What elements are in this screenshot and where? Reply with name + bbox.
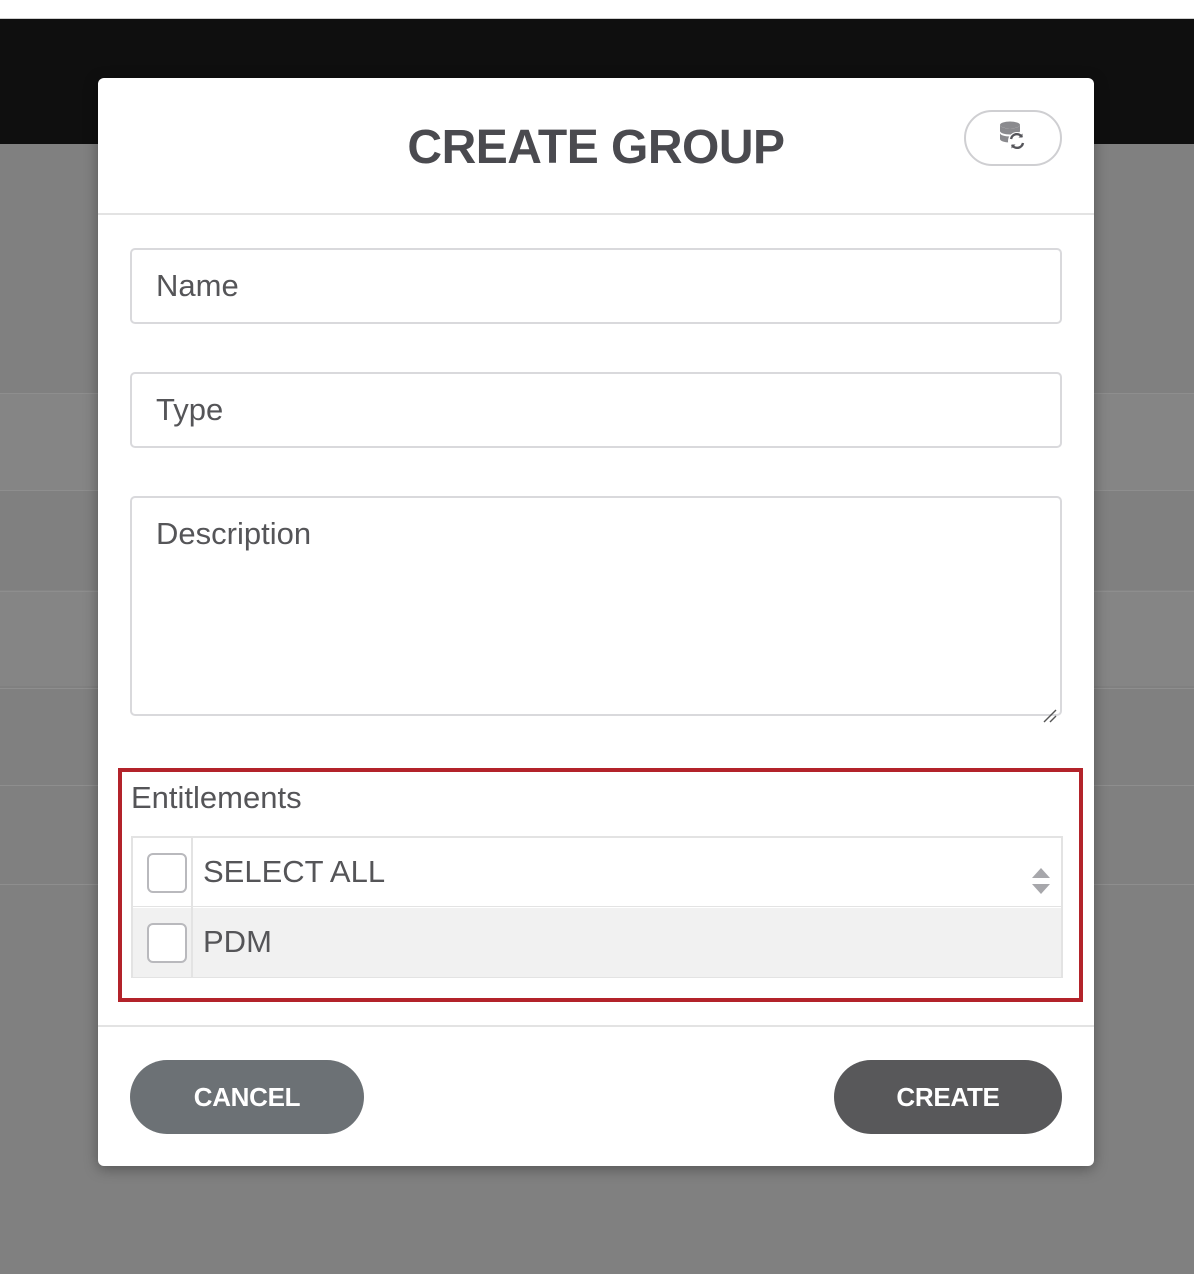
footer-divider <box>98 1025 1094 1027</box>
create-button[interactable]: CREATE <box>834 1060 1062 1134</box>
entitlement-row-pdm[interactable]: PDM <box>133 908 1061 977</box>
sync-button[interactable] <box>964 110 1062 166</box>
type-field[interactable]: Type <box>130 372 1062 448</box>
cancel-button[interactable]: CANCEL <box>130 1060 364 1134</box>
type-placeholder: Type <box>156 392 224 427</box>
column-divider <box>191 838 193 977</box>
entitlement-row-select-all[interactable]: SELECT ALL <box>133 838 1061 907</box>
description-placeholder: Description <box>156 516 312 551</box>
modal-header: CREATE GROUP <box>98 78 1094 215</box>
resize-grip-icon[interactable] <box>1041 695 1057 723</box>
name-placeholder: Name <box>156 268 239 303</box>
name-field[interactable]: Name <box>130 248 1062 324</box>
database-sync-icon <box>998 120 1028 157</box>
pdm-checkbox[interactable] <box>147 923 187 963</box>
modal-title: CREATE GROUP <box>407 121 785 174</box>
select-all-label: SELECT ALL <box>203 854 386 889</box>
pdm-label: PDM <box>203 924 272 959</box>
browser-top-strip <box>0 0 1194 19</box>
description-field[interactable]: Description <box>130 496 1062 723</box>
entitlements-table: SELECT ALL PDM <box>131 836 1063 978</box>
select-all-checkbox[interactable] <box>147 853 187 893</box>
entitlements-label: Entitlements <box>131 780 302 815</box>
sort-icon[interactable] <box>1029 866 1053 896</box>
entitlements-section: Entitlements SELECT ALL PDM <box>118 768 1083 1002</box>
create-group-modal: CREATE GROUP Name Type Description Entit… <box>98 78 1094 1166</box>
